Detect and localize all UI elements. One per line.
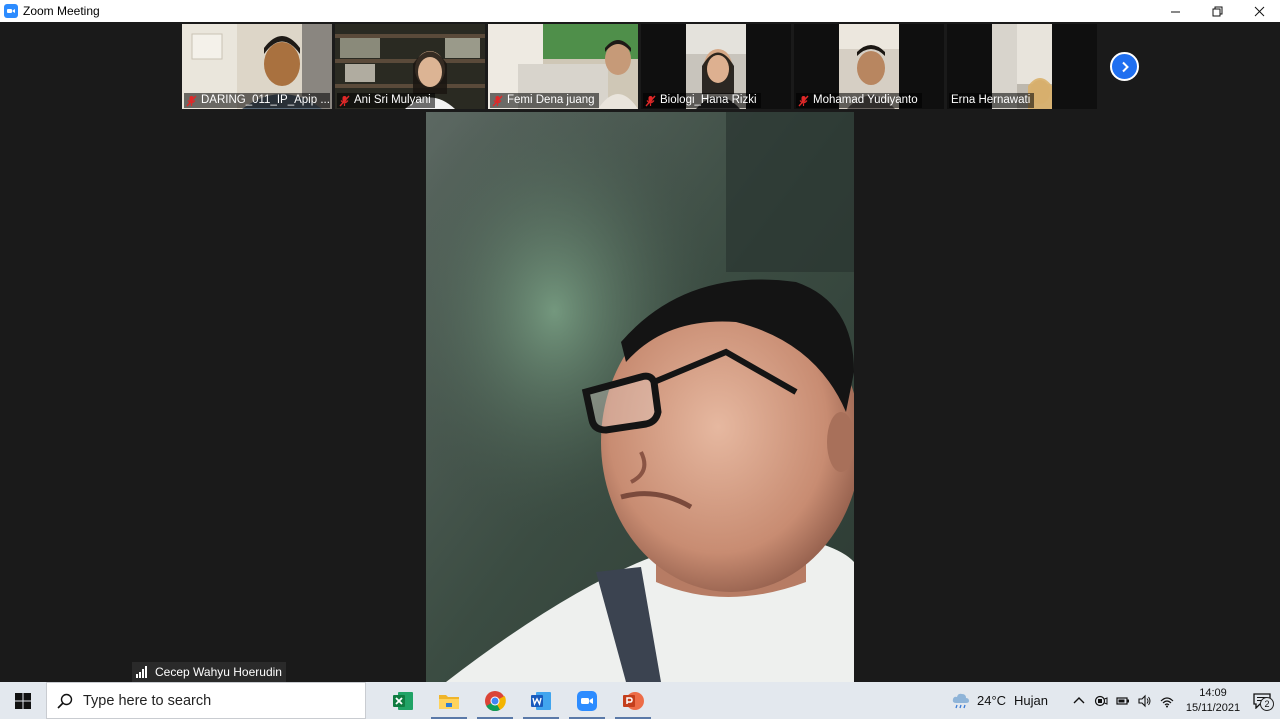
muted-mic-icon xyxy=(645,95,656,106)
taskbar-clock[interactable]: 14:09 15/11/2021 xyxy=(1182,686,1244,716)
participant-thumbnail[interactable]: Mohamad Yudiyanto xyxy=(794,24,944,109)
window-titlebar: Zoom Meeting xyxy=(0,0,1280,22)
meet-now-icon xyxy=(1094,695,1108,706)
taskbar-chrome[interactable] xyxy=(472,682,518,719)
taskbar-word[interactable] xyxy=(518,682,564,719)
participant-name: Femi Dena juang xyxy=(507,94,595,106)
minimize-button[interactable] xyxy=(1154,0,1196,22)
active-speaker-video xyxy=(426,112,854,682)
participant-nametag: Erna Hernawati xyxy=(949,93,1035,108)
search-icon xyxy=(57,693,73,709)
start-button[interactable] xyxy=(0,682,46,719)
participant-nametag: Femi Dena juang xyxy=(490,93,599,108)
restore-icon xyxy=(1212,6,1222,16)
word-icon xyxy=(531,691,551,710)
taskbar-pinned-apps xyxy=(380,682,656,719)
next-page-button[interactable] xyxy=(1110,52,1139,81)
wifi-icon xyxy=(1160,696,1174,707)
participant-name: Mohamad Yudiyanto xyxy=(813,94,918,106)
restore-button[interactable] xyxy=(1196,0,1238,22)
speaker-volume-icon xyxy=(1138,694,1151,707)
rain-cloud-icon xyxy=(952,693,969,708)
muted-mic-icon xyxy=(798,95,809,106)
participant-thumbnail[interactable]: Biologi_Hana Rizki xyxy=(641,24,791,109)
muted-mic-icon xyxy=(186,95,197,106)
participant-nametag: Mohamad Yudiyanto xyxy=(796,93,922,108)
chevron-up-icon xyxy=(1073,696,1085,703)
participant-name: Ani Sri Mulyani xyxy=(354,94,431,106)
meeting-stage: DARING_011_IP_Apip ... Ani Sri Mulyani F… xyxy=(0,22,1280,682)
weather-widget[interactable]: 24°C Hujan xyxy=(951,692,1056,710)
battery-button[interactable] xyxy=(1112,682,1134,719)
participant-name: Biologi_Hana Rizki xyxy=(660,94,757,106)
powerpoint-icon xyxy=(623,691,644,710)
participant-name: Erna Hernawati xyxy=(951,94,1031,106)
windows-logo-icon xyxy=(15,692,31,709)
chevron-right-icon xyxy=(1121,61,1129,72)
window-title: Zoom Meeting xyxy=(23,4,100,18)
zoom-app-icon xyxy=(4,4,18,18)
active-speaker-nametag: Cecep Wahyu Hoerudin xyxy=(132,662,286,682)
connection-signal-icon xyxy=(136,666,150,678)
participant-strip: DARING_011_IP_Apip ... Ani Sri Mulyani F… xyxy=(182,24,1097,110)
chrome-icon xyxy=(485,690,506,711)
weather-condition: Hujan xyxy=(1014,693,1048,708)
network-button[interactable] xyxy=(1156,682,1178,719)
zoom-icon xyxy=(577,690,597,711)
participant-nametag: Biologi_Hana Rizki xyxy=(643,93,761,108)
participant-thumbnail[interactable]: Erna Hernawati xyxy=(947,24,1097,109)
windows-taskbar: Type here to search 24°C Hujan 14:09 15/… xyxy=(0,682,1280,719)
taskbar-search-input[interactable]: Type here to search xyxy=(46,682,366,719)
minimize-icon xyxy=(1170,11,1180,12)
taskbar-zoom[interactable] xyxy=(564,682,610,719)
show-hidden-icons-button[interactable] xyxy=(1068,682,1090,719)
weather-temperature: 24°C xyxy=(976,693,1007,708)
close-icon xyxy=(1254,6,1264,16)
window-controls xyxy=(1154,0,1280,22)
muted-mic-icon xyxy=(492,95,503,106)
participant-thumbnail[interactable]: Femi Dena juang xyxy=(488,24,638,109)
participant-thumbnail[interactable]: Ani Sri Mulyani xyxy=(335,24,485,109)
system-tray: 24°C Hujan 14:09 15/11/2021 2 xyxy=(951,682,1280,719)
clock-time: 14:09 xyxy=(1199,686,1227,699)
close-button[interactable] xyxy=(1238,0,1280,22)
taskbar-powerpoint[interactable] xyxy=(610,682,656,719)
battery-icon xyxy=(1116,696,1129,705)
participant-thumbnail[interactable]: DARING_011_IP_Apip ... xyxy=(182,24,332,109)
speaker-video-frame xyxy=(426,112,854,682)
volume-button[interactable] xyxy=(1134,682,1156,719)
active-speaker-name: Cecep Wahyu Hoerudin xyxy=(155,665,282,679)
taskbar-excel[interactable] xyxy=(380,682,426,719)
action-center-button[interactable]: 2 xyxy=(1244,682,1280,719)
participant-nametag: Ani Sri Mulyani xyxy=(337,93,435,108)
excel-icon xyxy=(393,691,413,710)
notification-count-badge: 2 xyxy=(1260,697,1274,711)
file-explorer-icon xyxy=(439,694,459,709)
muted-mic-icon xyxy=(339,95,350,106)
participant-nametag: DARING_011_IP_Apip ... xyxy=(184,93,330,108)
meet-now-button[interactable] xyxy=(1090,682,1112,719)
search-placeholder: Type here to search xyxy=(83,692,212,709)
clock-date: 15/11/2021 xyxy=(1185,701,1241,714)
participant-name: DARING_011_IP_Apip ... xyxy=(201,94,330,106)
taskbar-file-explorer[interactable] xyxy=(426,682,472,719)
